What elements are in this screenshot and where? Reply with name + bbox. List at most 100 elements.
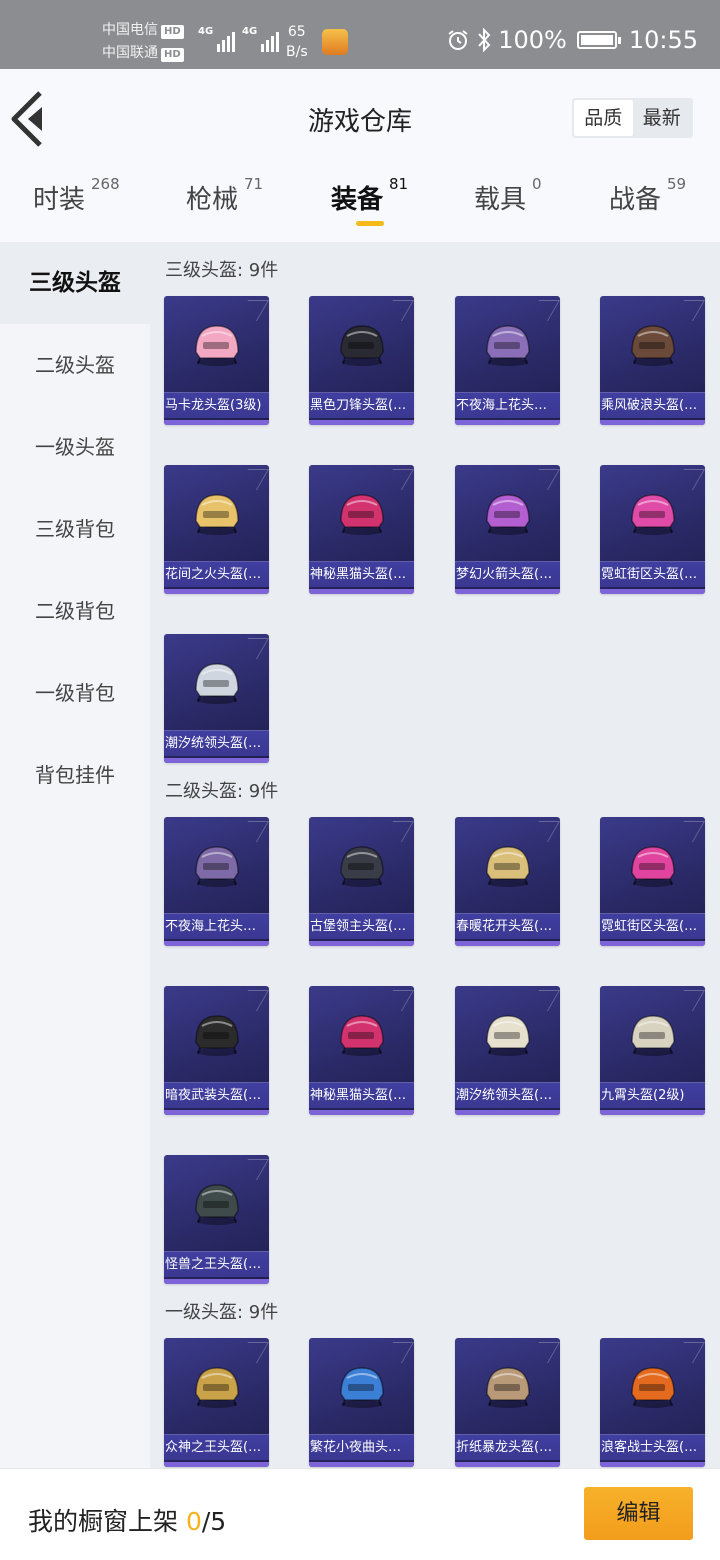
footer-bar: 我的橱窗上架 0/5 编辑 <box>0 1468 720 1560</box>
item-card[interactable]: 霓虹街区头盔(… <box>600 817 705 946</box>
rarity-stripe <box>600 420 705 425</box>
tab-guns[interactable]: 枪械71 <box>186 175 263 216</box>
carrier-info: 中国电信 HD 中国联通 HD <box>102 19 184 65</box>
item-name: 马卡龙头盔(3级) <box>164 392 269 418</box>
rarity-stripe <box>309 1462 414 1467</box>
item-card[interactable]: 繁花小夜曲头… <box>309 1338 414 1467</box>
helmet-icon <box>631 494 675 535</box>
app-notification-icon <box>322 29 348 55</box>
helmet-icon <box>340 846 384 887</box>
helmet-icon <box>486 325 530 366</box>
item-card[interactable]: 梦幻火箭头盔(… <box>455 465 560 594</box>
helmet-icon <box>195 325 239 366</box>
helmet-icon <box>631 325 675 366</box>
rarity-stripe <box>455 941 560 946</box>
item-card[interactable]: 乘风破浪头盔(… <box>600 296 705 425</box>
item-card[interactable]: 神秘黑猫头盔(… <box>309 986 414 1115</box>
item-name: 神秘黑猫头盔(… <box>309 561 414 587</box>
showcase-current-count: 0 <box>185 1507 202 1536</box>
tab-vehicles[interactable]: 载具0 <box>474 175 542 216</box>
alarm-icon <box>448 30 468 50</box>
item-card[interactable]: 黑色刀锋头盔(… <box>309 296 414 425</box>
item-card[interactable]: 霓虹街区头盔(… <box>600 465 705 594</box>
network-speed: 65 B/s <box>286 24 308 60</box>
helmet-icon <box>195 1184 239 1225</box>
bluetooth-icon <box>478 27 491 53</box>
item-card[interactable]: 花间之火头盔(… <box>164 465 269 594</box>
clock: 10:55 <box>628 26 698 54</box>
rarity-stripe <box>600 1462 705 1467</box>
sidebar-item-backpack-charm[interactable]: 背包挂件 <box>0 734 150 816</box>
helmet-icon <box>195 663 239 704</box>
section-title: 二级头盔: 9件 <box>165 781 279 802</box>
item-card[interactable]: 潮汐统领头盔(… <box>455 986 560 1115</box>
tab-fashion[interactable]: 时装268 <box>33 175 120 216</box>
tab-equipment[interactable]: 装备81 <box>331 175 408 216</box>
item-card[interactable]: 浪客战士头盔(… <box>600 1338 705 1467</box>
item-name: 繁花小夜曲头… <box>309 1434 414 1460</box>
rarity-stripe <box>455 1110 560 1115</box>
item-name: 春暖花开头盔(… <box>455 913 560 939</box>
item-name: 潮汐统领头盔(… <box>164 730 269 756</box>
item-card[interactable]: 不夜海上花头… <box>455 296 560 425</box>
edit-button[interactable]: 编辑 <box>584 1487 693 1540</box>
helmet-icon <box>631 1015 675 1056</box>
item-name: 黑色刀锋头盔(… <box>309 392 414 418</box>
helmet-icon <box>195 1015 239 1056</box>
item-card[interactable]: 春暖花开头盔(… <box>455 817 560 946</box>
item-card[interactable]: 九霄头盔(2级) <box>600 986 705 1115</box>
sidebar-item-level1-helmet[interactable]: 一级头盔 <box>0 406 150 488</box>
sort-toggle: 品质 最新 <box>572 98 693 138</box>
rarity-stripe <box>164 1110 269 1115</box>
battery-percent: 100% <box>498 26 567 54</box>
sort-quality-button[interactable]: 品质 <box>574 100 633 136</box>
item-card[interactable]: 暗夜武装头盔(… <box>164 986 269 1115</box>
rarity-stripe <box>600 589 705 594</box>
helmet-icon <box>340 1367 384 1408</box>
helmet-icon <box>195 846 239 887</box>
helmet-icon <box>486 846 530 887</box>
helmet-icon <box>340 1015 384 1056</box>
item-card[interactable]: 马卡龙头盔(3级) <box>164 296 269 425</box>
showcase-total-count: /5 <box>201 1507 227 1536</box>
item-card[interactable]: 不夜海上花头… <box>164 817 269 946</box>
showcase-status: 我的橱窗上架 0/5 <box>28 1502 226 1538</box>
item-card[interactable]: 折纸暴龙头盔(… <box>455 1338 560 1467</box>
item-card[interactable]: 怪兽之王头盔(… <box>164 1155 269 1284</box>
helmet-icon <box>631 846 675 887</box>
tab-supplies[interactable]: 战备59 <box>609 175 686 216</box>
rarity-stripe <box>164 420 269 425</box>
rarity-stripe <box>455 420 560 425</box>
item-card[interactable]: 潮汐统领头盔(… <box>164 634 269 763</box>
rarity-stripe <box>309 589 414 594</box>
item-name: 花间之火头盔(… <box>164 561 269 587</box>
item-name: 潮汐统领头盔(… <box>455 1082 560 1108</box>
rarity-stripe <box>600 941 705 946</box>
rarity-stripe <box>309 420 414 425</box>
item-name: 浪客战士头盔(… <box>600 1434 705 1460</box>
item-name: 怪兽之王头盔(… <box>164 1251 269 1277</box>
item-card[interactable]: 古堡领主头盔(… <box>309 817 414 946</box>
rarity-stripe <box>164 758 269 763</box>
helmet-icon <box>195 1367 239 1408</box>
item-name: 不夜海上花头… <box>455 392 560 418</box>
category-tabs: 时装268 枪械71 装备81 载具0 战备59 <box>0 169 720 242</box>
sidebar-item-level3-backpack[interactable]: 三级背包 <box>0 488 150 570</box>
helmet-icon <box>340 325 384 366</box>
helmet-icon <box>195 494 239 535</box>
sort-newest-button[interactable]: 最新 <box>633 100 692 136</box>
rarity-stripe <box>455 1462 560 1467</box>
sidebar-item-level1-backpack[interactable]: 一级背包 <box>0 652 150 734</box>
rarity-stripe <box>164 1462 269 1467</box>
sidebar-item-level2-helmet[interactable]: 二级头盔 <box>0 324 150 406</box>
item-card[interactable]: 众神之王头盔(… <box>164 1338 269 1467</box>
helmet-icon <box>486 494 530 535</box>
hd-badge-1: HD <box>161 25 184 39</box>
sidebar-item-level3-helmet[interactable]: 三级头盔 <box>0 242 150 324</box>
hd-badge-2: HD <box>161 48 184 62</box>
rarity-stripe <box>455 589 560 594</box>
helmet-icon <box>486 1015 530 1056</box>
active-tab-indicator <box>356 221 384 226</box>
sidebar-item-level2-backpack[interactable]: 二级背包 <box>0 570 150 652</box>
item-card[interactable]: 神秘黑猫头盔(… <box>309 465 414 594</box>
